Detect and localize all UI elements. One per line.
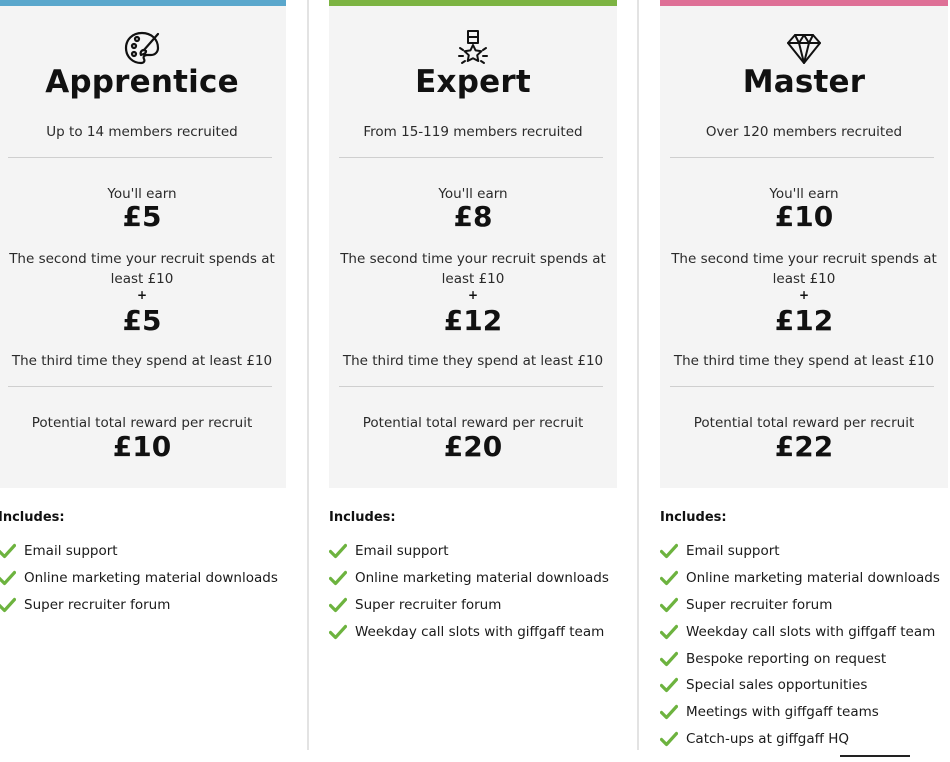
includes-label: Includes: <box>660 510 727 525</box>
tier-card: Apprentice Up to 14 members recruited Yo… <box>0 0 286 488</box>
second-reward-amount: £12 <box>443 304 503 337</box>
feature-label: Email support <box>24 543 118 560</box>
palette-icon <box>122 28 162 68</box>
second-reward-condition: The third time they spend at least £10 <box>673 353 935 369</box>
feature-list: Email support Online marketing material … <box>660 538 940 752</box>
check-icon <box>660 597 678 613</box>
feature-item: Email support <box>660 538 940 565</box>
includes-label: Includes: <box>329 510 396 525</box>
feature-item: Weekday call slots with giffgaff team <box>329 618 609 645</box>
section-divider <box>8 386 272 387</box>
check-icon <box>660 651 678 666</box>
plus-sign: + <box>467 288 479 302</box>
check-icon <box>660 624 678 639</box>
tier-card: Expert From 15-119 members recruited You… <box>329 0 617 488</box>
medal-icon <box>453 28 493 68</box>
feature-label: Online marketing material downloads <box>24 570 278 587</box>
section-divider <box>670 157 934 158</box>
feature-list: Email support Online marketing material … <box>0 538 278 618</box>
feature-item: Email support <box>0 538 278 565</box>
check-icon <box>660 571 678 586</box>
feature-item: Super recruiter forum <box>0 592 278 619</box>
second-reward-amount: £12 <box>774 304 834 337</box>
first-reward-condition: The second time your recruit spends at l… <box>9 251 275 287</box>
feature-item: Catch-ups at giffgaff HQ <box>660 726 940 753</box>
first-reward-amount: £8 <box>453 200 493 233</box>
tier-subtitle: Up to 14 members recruited <box>46 124 238 140</box>
column-divider-right <box>637 0 639 750</box>
check-icon <box>329 571 347 586</box>
feature-label: Online marketing material downloads <box>355 570 609 587</box>
feature-list: Email support Online marketing material … <box>329 538 609 645</box>
check-icon <box>660 678 678 693</box>
feature-item: Bespoke reporting on request <box>660 645 940 672</box>
feature-label: Super recruiter forum <box>686 596 833 613</box>
tier-title: Apprentice <box>45 64 239 100</box>
check-icon <box>0 544 16 559</box>
check-icon <box>660 544 678 559</box>
total-reward-amount: £10 <box>112 430 172 463</box>
section-divider <box>670 386 934 387</box>
first-reward-amount: £10 <box>774 200 834 233</box>
feature-label: Email support <box>355 543 449 560</box>
check-icon <box>0 571 16 586</box>
section-divider <box>339 386 603 387</box>
first-reward-condition: The second time your recruit spends at l… <box>340 251 606 287</box>
feature-label: Online marketing material downloads <box>686 570 940 587</box>
feature-item: Email support <box>329 538 609 565</box>
includes-label: Includes: <box>0 510 65 525</box>
feature-item: Special sales opportunities <box>660 672 940 699</box>
feature-label: Meetings with giffgaff teams <box>686 704 879 721</box>
tier-title: Master <box>742 64 866 100</box>
second-reward-condition: The third time they spend at least £10 <box>342 353 604 369</box>
feature-item: Super recruiter forum <box>660 592 940 619</box>
feature-label: Special sales opportunities <box>686 677 868 694</box>
second-reward-amount: £5 <box>122 304 162 337</box>
feature-item: Online marketing material downloads <box>660 565 940 592</box>
feature-item: Online marketing material downloads <box>329 565 609 592</box>
tier-subtitle: Over 120 members recruited <box>705 124 903 140</box>
feature-item: Super recruiter forum <box>329 592 609 619</box>
potential-reward-label: Potential total reward per recruit <box>31 415 253 431</box>
decorative-underline <box>840 755 910 757</box>
first-reward-condition: The second time your recruit spends at l… <box>671 251 937 287</box>
first-reward-amount: £5 <box>122 200 162 233</box>
feature-item: Weekday call slots with giffgaff team <box>660 618 940 645</box>
column-divider-left <box>307 0 309 750</box>
feature-label: Bespoke reporting on request <box>686 650 887 667</box>
total-reward-amount: £20 <box>443 430 503 463</box>
tier-subtitle: From 15-119 members recruited <box>363 124 583 140</box>
tier-title: Expert <box>415 64 531 100</box>
feature-item: Meetings with giffgaff teams <box>660 699 940 726</box>
check-icon <box>329 624 347 639</box>
check-icon <box>660 731 678 747</box>
feature-item: Online marketing material downloads <box>0 565 278 592</box>
diamond-icon <box>784 28 824 68</box>
second-reward-condition: The third time they spend at least £10 <box>11 353 273 369</box>
tier-card: Master Over 120 members recruited You'll… <box>660 0 948 488</box>
plus-sign: + <box>798 288 810 302</box>
section-divider <box>8 157 272 158</box>
feature-label: Catch-ups at giffgaff HQ <box>686 730 849 747</box>
plus-sign: + <box>136 288 148 302</box>
total-reward-amount: £22 <box>774 430 834 463</box>
feature-label: Email support <box>686 543 780 560</box>
tier-column-apprentice: Apprentice Up to 14 members recruited Yo… <box>0 0 286 613</box>
check-icon <box>329 544 347 559</box>
section-divider <box>339 157 603 158</box>
potential-reward-label: Potential total reward per recruit <box>362 415 584 431</box>
check-icon <box>329 597 347 613</box>
feature-label: Weekday call slots with giffgaff team <box>355 623 605 640</box>
check-icon <box>0 597 16 613</box>
feature-label: Super recruiter forum <box>24 596 171 613</box>
tier-column-expert: Expert From 15-119 members recruited You… <box>329 0 617 640</box>
tier-column-master: Master Over 120 members recruited You'll… <box>660 0 948 747</box>
potential-reward-label: Potential total reward per recruit <box>693 415 915 431</box>
feature-label: Weekday call slots with giffgaff team <box>686 623 936 640</box>
check-icon <box>660 705 678 720</box>
feature-label: Super recruiter forum <box>355 596 502 613</box>
